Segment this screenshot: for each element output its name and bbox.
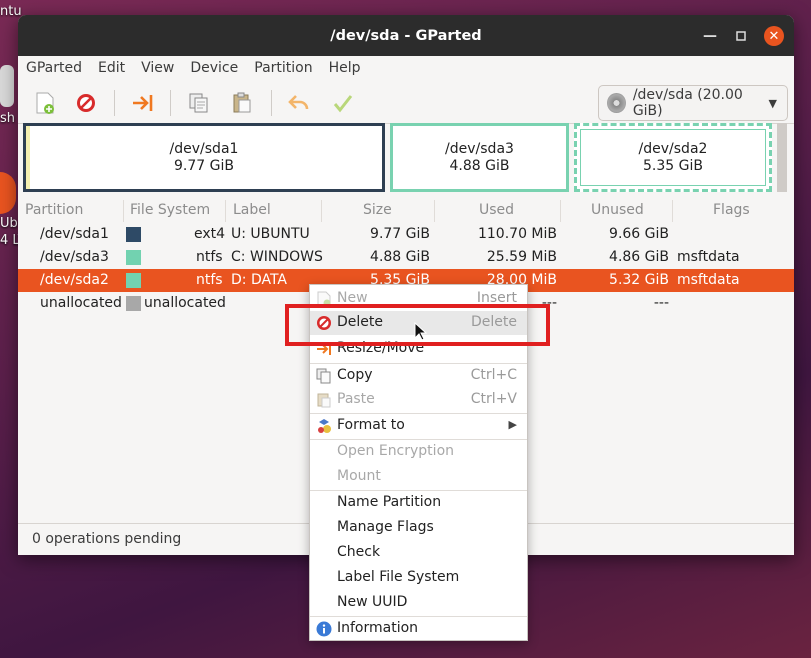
diskmap-sda1[interactable]: /dev/sda1 9.77 GiB	[23, 123, 385, 192]
hard-disk-icon	[607, 93, 626, 113]
menu-item-open-encryption[interactable]: Open Encryption	[310, 440, 527, 464]
mouse-pointer-icon	[414, 322, 428, 341]
trash-icon[interactable]	[0, 65, 14, 107]
menu-item-paste[interactable]: Paste Ctrl+V	[310, 388, 527, 412]
submenu-arrow-icon: ▶	[508, 418, 517, 431]
col-label[interactable]: Label	[226, 200, 322, 222]
cell-used: 110.70 MiB	[477, 226, 557, 242]
table-row[interactable]: /dev/sda3 ntfs C: WINDOWS 4.88 GiB 25.59…	[18, 246, 794, 269]
ubuntu-installer-icon[interactable]	[0, 172, 16, 214]
fs-color-swatch	[126, 296, 141, 311]
chevron-down-icon: ▼	[768, 96, 777, 110]
cell-size: 9.77 GiB	[370, 226, 430, 242]
minimize-icon[interactable]: —	[700, 26, 720, 46]
cell-unused: 4.86 GiB	[609, 249, 669, 265]
format-icon	[318, 419, 331, 433]
cell-label: U: UBUNTU	[231, 226, 310, 242]
delete-icon[interactable]	[73, 90, 99, 116]
information-icon	[316, 621, 332, 637]
cell-partition: /dev/sda2	[40, 272, 109, 288]
menu-edit[interactable]: Edit	[98, 60, 125, 76]
toolbar: /dev/sda (20.00 GiB) ▼	[18, 80, 794, 124]
undo-icon[interactable]	[286, 90, 312, 116]
menu-item-manage-flags[interactable]: Manage Flags	[310, 516, 527, 540]
menu-item-label-file-system[interactable]: Label File System	[310, 566, 527, 590]
col-partition[interactable]: Partition	[18, 200, 124, 222]
menu-item-mount[interactable]: Mount	[310, 465, 527, 489]
menu-gparted[interactable]: GParted	[26, 60, 82, 76]
col-used[interactable]: Used	[435, 200, 561, 222]
diskmap-sda3-name: /dev/sda3	[445, 140, 514, 157]
device-selector[interactable]: /dev/sda (20.00 GiB) ▼	[598, 85, 788, 121]
cell-partition: unallocated	[40, 295, 122, 311]
disk-map: /dev/sda1 9.77 GiB /dev/sda3 4.88 GiB /d…	[23, 122, 793, 192]
paste-icon	[317, 393, 331, 408]
fs-color-swatch	[126, 250, 141, 265]
fs-color-swatch	[126, 227, 141, 242]
cell-fs: ext4	[194, 226, 226, 242]
trash-label: sh	[0, 111, 16, 126]
device-selector-label: /dev/sda (20.00 GiB)	[632, 87, 743, 119]
menu-bar: GParted Edit View Device Partition Help	[18, 56, 794, 80]
cell-flags: msftdata	[677, 272, 740, 288]
diskmap-sda2-name: /dev/sda2	[638, 140, 708, 157]
paste-icon[interactable]	[229, 90, 255, 116]
cell-size: 4.88 GiB	[370, 249, 430, 265]
menu-item-name-partition[interactable]: Name Partition	[310, 491, 527, 515]
cell-partition: /dev/sda3	[40, 249, 109, 265]
cell-fs: unallocated	[144, 295, 226, 311]
table-row[interactable]: /dev/sda1 ext4 U: UBUNTU 9.77 GiB 110.70…	[18, 223, 794, 246]
col-unused[interactable]: Unused	[561, 200, 673, 222]
menu-view[interactable]: View	[141, 60, 174, 76]
apply-icon[interactable]	[330, 90, 356, 116]
title-bar[interactable]: /dev/sda - GParted — ✕	[18, 15, 794, 56]
diskmap-unallocated[interactable]	[777, 123, 787, 192]
fs-color-swatch	[126, 273, 141, 288]
close-icon[interactable]: ✕	[764, 26, 784, 46]
cell-unused: 9.66 GiB	[609, 226, 669, 242]
diskmap-sda3[interactable]: /dev/sda3 4.88 GiB	[390, 123, 569, 192]
menu-item-copy[interactable]: Copy Ctrl+C	[310, 364, 527, 388]
cell-unused: 5.32 GiB	[609, 272, 669, 288]
cell-label: C: WINDOWS	[231, 249, 323, 265]
window-title: /dev/sda - GParted	[330, 27, 482, 44]
menu-item-check[interactable]: Check	[310, 541, 527, 565]
copy-icon[interactable]	[186, 90, 212, 116]
cell-label: D: DATA	[231, 272, 288, 288]
cell-partition: /dev/sda1	[40, 226, 109, 242]
resize-move-icon[interactable]	[130, 90, 156, 116]
cell-unused: ---	[653, 295, 669, 311]
diskmap-sda1-name: /dev/sda1	[169, 140, 239, 157]
cell-fs: ntfs	[196, 249, 223, 265]
col-filesystem[interactable]: File System	[124, 200, 226, 222]
diskmap-sda2[interactable]: /dev/sda2 5.35 GiB	[574, 123, 772, 192]
col-flags[interactable]: Flags	[673, 200, 793, 222]
copy-icon	[316, 368, 331, 384]
col-size[interactable]: Size	[322, 200, 435, 222]
menu-item-new-uuid[interactable]: New UUID	[310, 591, 527, 615]
diskmap-sda2-size: 5.35 GiB	[643, 157, 703, 174]
cell-used: 25.59 MiB	[486, 249, 557, 265]
status-text: 0 operations pending	[32, 531, 182, 547]
diskmap-sda1-size: 9.77 GiB	[174, 157, 234, 174]
menu-device[interactable]: Device	[190, 60, 238, 76]
cell-fs: ntfs	[196, 272, 223, 288]
menu-help[interactable]: Help	[329, 60, 361, 76]
cell-flags: msftdata	[677, 249, 740, 265]
table-header: Partition File System Label Size Used Un…	[18, 200, 794, 222]
maximize-icon[interactable]	[731, 26, 751, 46]
diskmap-sda3-size: 4.88 GiB	[449, 157, 510, 174]
new-partition-icon[interactable]	[32, 90, 58, 116]
menu-item-format-to[interactable]: Format to ▶	[310, 414, 527, 438]
menu-partition[interactable]: Partition	[254, 60, 312, 76]
menu-item-information[interactable]: Information	[310, 617, 527, 641]
